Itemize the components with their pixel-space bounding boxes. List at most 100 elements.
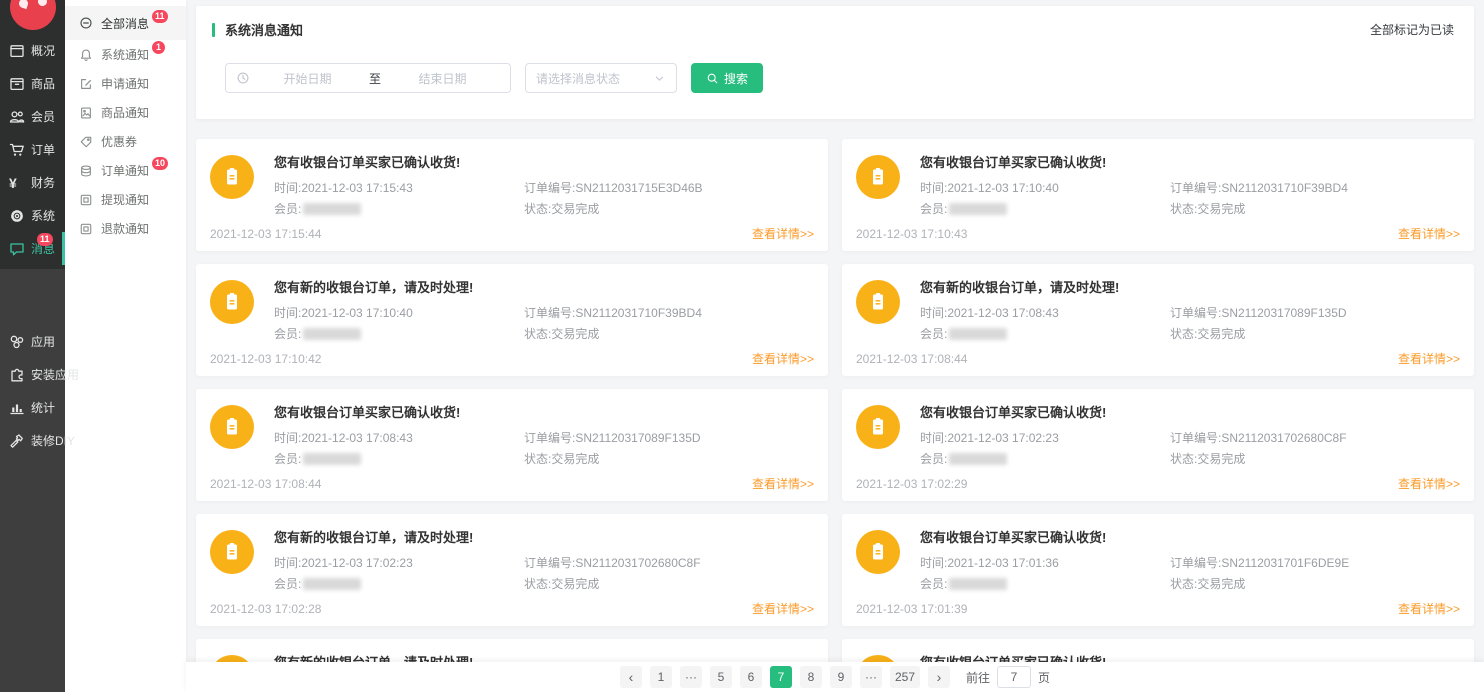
message-order-no: 订单编号:SN2112031715E3D46B: [524, 178, 814, 199]
all-messages-icon: [79, 16, 93, 30]
message-date: 2021-12-03 17:01:39: [856, 602, 967, 616]
message-order-no: 订单编号:SN21120317089F135D: [524, 428, 814, 449]
message-title: 您有新的收银台订单，请及时处理!: [920, 277, 1460, 296]
sidebar-item-decorate-diy[interactable]: 装修DIY: [0, 424, 65, 457]
page-button-5[interactable]: 5: [710, 666, 732, 688]
view-detail-link[interactable]: 查看详情>>: [752, 350, 814, 367]
search-button[interactable]: 搜索: [691, 63, 763, 93]
goto-label-prefix: 前往: [966, 669, 990, 686]
message-status: 状态:交易完成: [1170, 449, 1460, 470]
message-member: 会员:: [274, 449, 524, 470]
page-button-6[interactable]: 6: [740, 666, 762, 688]
pager: ‹ 1 ··· 56789 ··· 257 ›: [620, 666, 950, 688]
sidebar-item-goods[interactable]: 商品: [0, 67, 65, 100]
category-label: 优惠券: [101, 133, 137, 150]
sidebar-item-label: 财务: [31, 174, 55, 191]
message-order-no: 订单编号:SN2112031710F39BD4: [524, 303, 814, 324]
message-order-no: 订单编号:SN21120317089F135D: [1170, 303, 1460, 324]
sidebar-item-orders[interactable]: 订单: [0, 133, 65, 166]
message-status: 状态:交易完成: [1170, 574, 1460, 595]
message-title: 您有收银台订单买家已确认收货!: [920, 527, 1460, 546]
message-order-no: 订单编号:SN2112031710F39BD4: [1170, 178, 1460, 199]
view-detail-link[interactable]: 查看详情>>: [752, 475, 814, 492]
category-label: 提现通知: [101, 191, 149, 208]
message-time: 时间:2021-12-03 17:08:43: [920, 303, 1170, 324]
view-detail-link[interactable]: 查看详情>>: [1398, 350, 1460, 367]
order-message-icon: [856, 155, 900, 199]
goto-label-suffix: 页: [1038, 669, 1050, 686]
message-status-select[interactable]: 请选择消息状态: [525, 63, 677, 93]
page-button-9[interactable]: 9: [830, 666, 852, 688]
status-select-placeholder: 请选择消息状态: [536, 70, 620, 87]
overview-icon: [9, 43, 25, 59]
page-ellipsis[interactable]: ···: [680, 666, 702, 688]
withdraw-notice-icon: [79, 193, 93, 207]
sidebar-item-install-apps[interactable]: 安装应用: [0, 358, 65, 391]
view-detail-link[interactable]: 查看详情>>: [1398, 475, 1460, 492]
main-nav: 概况商品会员订单¥财务系统消息11: [0, 34, 65, 265]
page-button-8[interactable]: 8: [800, 666, 822, 688]
message-date: 2021-12-03 17:08:44: [856, 352, 967, 366]
date-start-placeholder: 开始日期: [250, 70, 365, 87]
members-icon: [9, 109, 25, 125]
sidebar-item-messages[interactable]: 消息11: [0, 232, 65, 265]
page-title: 系统消息通知: [225, 20, 303, 39]
page-button-257[interactable]: 257: [890, 666, 920, 688]
category-label: 商品通知: [101, 104, 149, 121]
sidebar-item-apps[interactable]: 应用: [0, 325, 65, 358]
message-date: 2021-12-03 17:02:28: [210, 602, 321, 616]
message-title: 您有新的收银台订单，请及时处理!: [274, 277, 814, 296]
page-button-7[interactable]: 7: [770, 666, 792, 688]
sidebar-item-label: 系统: [31, 207, 55, 224]
message-time: 时间:2021-12-03 17:02:23: [274, 553, 524, 574]
view-detail-link[interactable]: 查看详情>>: [1398, 225, 1460, 242]
category-system-notice[interactable]: 系统通知1: [65, 40, 186, 69]
next-page-button[interactable]: ›: [928, 666, 950, 688]
date-range-input[interactable]: 开始日期 至 结束日期: [225, 63, 511, 93]
message-card: 您有收银台订单买家已确认收货! 时间:2021-12-03 17:02:23 会…: [842, 389, 1474, 501]
app-logo[interactable]: [10, 0, 56, 30]
message-status: 状态:交易完成: [524, 449, 814, 470]
view-detail-link[interactable]: 查看详情>>: [752, 600, 814, 617]
sidebar-item-statistics[interactable]: 统计: [0, 391, 65, 424]
category-order-notice[interactable]: 订单通知10: [65, 156, 186, 185]
message-title: 您有新的收银台订单，请及时处理!: [274, 527, 814, 546]
message-member: 会员:: [274, 324, 524, 345]
orders-icon: [9, 142, 25, 158]
message-card: 您有收银台订单买家已确认收货! 时间:2021-12-03 17:10:40 会…: [842, 139, 1474, 251]
sidebar-item-label: 会员: [31, 108, 55, 125]
pagination-bar: ‹ 1 ··· 56789 ··· 257 › 前往 页: [186, 662, 1484, 692]
category-coupon[interactable]: 优惠券: [65, 127, 186, 156]
chevron-down-icon: [653, 72, 666, 85]
page-button-1[interactable]: 1: [650, 666, 672, 688]
category-refund-notice[interactable]: 退款通知: [65, 214, 186, 243]
category-label: 订单通知: [101, 162, 149, 179]
category-withdraw-notice[interactable]: 提现通知: [65, 185, 186, 214]
prev-page-button[interactable]: ‹: [620, 666, 642, 688]
mark-all-read-link[interactable]: 全部标记为已读: [1370, 21, 1454, 38]
category-all-messages[interactable]: 全部消息11: [65, 6, 186, 40]
sidebar-item-members[interactable]: 会员: [0, 100, 65, 133]
page-ellipsis[interactable]: ···: [860, 666, 882, 688]
title-accent-bar: [212, 23, 215, 37]
order-notice-icon: [79, 164, 93, 178]
view-detail-link[interactable]: 查看详情>>: [752, 225, 814, 242]
unread-badge: 10: [152, 157, 168, 170]
sidebar-item-finance[interactable]: ¥财务: [0, 166, 65, 199]
order-message-icon: [856, 530, 900, 574]
sidebar-item-system[interactable]: 系统: [0, 199, 65, 232]
redacted-member-name: [303, 203, 361, 215]
statistics-icon: [9, 400, 25, 416]
goto-page-input[interactable]: [997, 666, 1031, 688]
category-goods-notice[interactable]: 商品通知: [65, 98, 186, 127]
message-time: 时间:2021-12-03 17:10:40: [274, 303, 524, 324]
category-apply-notice[interactable]: 申请通知: [65, 69, 186, 98]
message-card: 您有新的收银台订单，请及时处理! 时间:2021-12-03 17:08:43 …: [842, 264, 1474, 376]
message-order-no: 订单编号:SN2112031701F6DE9E: [1170, 553, 1460, 574]
sidebar-item-label: 商品: [31, 75, 55, 92]
message-time: 时间:2021-12-03 17:08:43: [274, 428, 524, 449]
sidebar-item-overview[interactable]: 概况: [0, 34, 65, 67]
view-detail-link[interactable]: 查看详情>>: [1398, 600, 1460, 617]
category-label: 全部消息: [101, 15, 149, 32]
search-button-label: 搜索: [724, 70, 748, 87]
